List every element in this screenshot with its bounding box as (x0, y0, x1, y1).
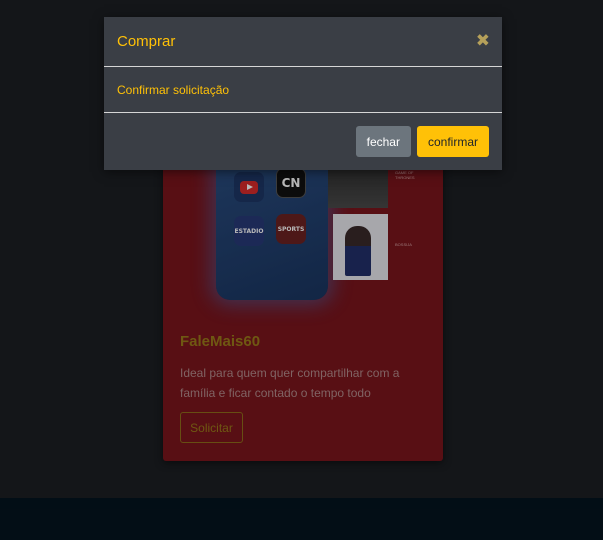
purchase-modal: Comprar ✖ Confirmar solicitação fechar c… (104, 17, 502, 170)
modal-message: Confirmar solicitação (117, 82, 230, 97)
modal-title: Comprar (117, 33, 176, 50)
modal-header: Comprar ✖ (104, 17, 502, 67)
confirm-button[interactable]: confirmar (416, 126, 489, 157)
modal-body: Confirmar solicitação (104, 67, 502, 113)
close-icon[interactable]: ✖ (476, 33, 490, 50)
modal-footer: fechar confirmar (104, 113, 502, 170)
close-button[interactable]: fechar (355, 126, 411, 157)
